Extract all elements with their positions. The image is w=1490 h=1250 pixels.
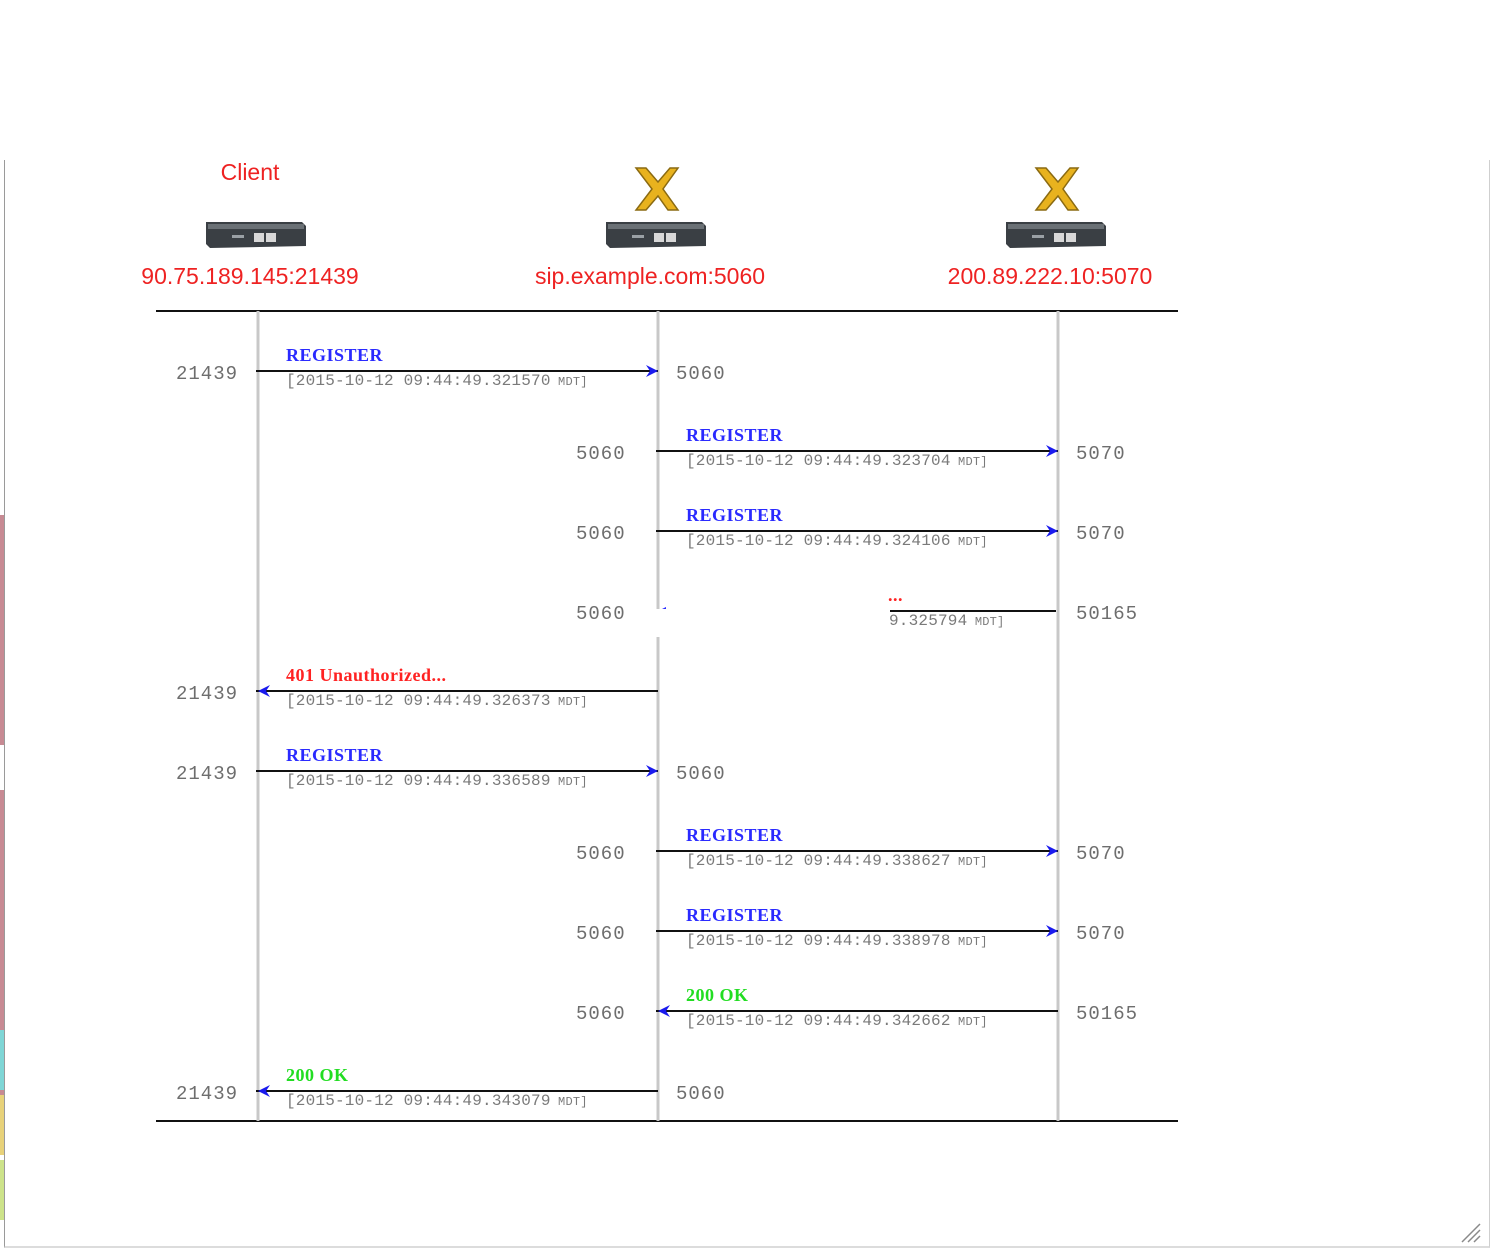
node-role-label: Client [220,159,280,185]
timestamp-value: [2015-10-12 09:44:49.324106 [686,532,951,550]
device-icon [206,222,306,248]
x-logo-icon [1034,167,1080,211]
port-left: 21439 [176,763,239,785]
timezone: MDT] [550,375,588,389]
node-address-label: 200.89.222.10:5070 [947,263,1153,289]
message-label: 401 Unauthorized... [286,665,447,685]
port-right: 5060 [676,363,726,385]
message-timestamp: [2015-10-12 09:44:49.342662 MDT] [686,1012,988,1030]
port-left: 5060 [576,923,626,945]
timestamp-value: [2015-10-12 09:44:49.336589 [286,772,551,790]
timezone: MDT] [967,615,1005,629]
timestamp-value: 9.325794 [889,612,968,630]
port-left: 5060 [576,603,626,625]
message-timestamp: [2015-10-12 09:44:49.343079 MDT] [286,1092,588,1110]
timezone: MDT] [950,535,988,549]
x-logo-icon [634,167,680,211]
x-server-device-icon [606,167,706,248]
port-right: 5070 [1076,843,1126,865]
timezone: MDT] [950,1015,988,1029]
x-server-device-icon [1006,167,1106,248]
message-timestamp: 9.325794 MDT] [889,612,1004,630]
port-left: 5060 [576,523,626,545]
timezone: MDT] [550,775,588,789]
port-right: 5060 [676,1083,726,1105]
message-timestamp: [2015-10-12 09:44:49.321570 MDT] [286,372,588,390]
message-label: REGISTER [286,745,384,765]
message-label: REGISTER [686,905,784,925]
message-label: REGISTER [686,425,784,445]
message-label: ... [888,585,903,605]
timezone: MDT] [550,1095,588,1109]
timezone: MDT] [950,455,988,469]
timestamp-value: [2015-10-12 09:44:49.342662 [686,1012,951,1030]
port-right: 5070 [1076,523,1126,545]
message-label: REGISTER [286,345,384,365]
message-timestamp: [2015-10-12 09:44:49.326373 MDT] [286,692,588,710]
timestamp-value: [2015-10-12 09:44:49.321570 [286,372,551,390]
timestamp-value: [2015-10-12 09:44:49.338978 [686,932,951,950]
node-address-label: sip.example.com:5060 [534,263,766,289]
timestamp-value: [2015-10-12 09:44:49.338627 [686,852,951,870]
port-left: 5060 [576,443,626,465]
port-right: 5060 [676,763,726,785]
timezone: MDT] [550,695,588,709]
port-left: 5060 [576,843,626,865]
message-timestamp: [2015-10-12 09:44:49.338978 MDT] [686,932,988,950]
message-timestamp: [2015-10-12 09:44:49.323704 MDT] [686,452,988,470]
sequence-diagram [156,167,1178,1122]
port-left: 5060 [576,1003,626,1025]
message-label: REGISTER [686,505,784,525]
port-left: 21439 [176,363,239,385]
timestamp-value: [2015-10-12 09:44:49.343079 [286,1092,551,1110]
port-right: 5070 [1076,443,1126,465]
timestamp-value: [2015-10-12 09:44:49.323704 [686,452,951,470]
port-right: 50165 [1076,1003,1139,1025]
message-timestamp: [2015-10-12 09:44:49.324106 MDT] [686,532,988,550]
message-label: REGISTER [686,825,784,845]
port-right: 50165 [1076,603,1139,625]
resize-grip-icon[interactable] [1460,1222,1482,1244]
message-label: 200 OK [686,985,749,1005]
message-timestamp: [2015-10-12 09:44:49.338627 MDT] [686,852,988,870]
occlusion-patch [654,609,882,637]
port-left: 21439 [176,1083,239,1105]
timestamp-value: [2015-10-12 09:44:49.326373 [286,692,551,710]
message-label: 200 OK [286,1065,349,1085]
timezone: MDT] [950,935,988,949]
timezone: MDT] [950,855,988,869]
port-left: 21439 [176,683,239,705]
message-timestamp: [2015-10-12 09:44:49.336589 MDT] [286,772,588,790]
node-address-label: 90.75.189.145:21439 [141,263,359,289]
port-right: 5070 [1076,923,1126,945]
